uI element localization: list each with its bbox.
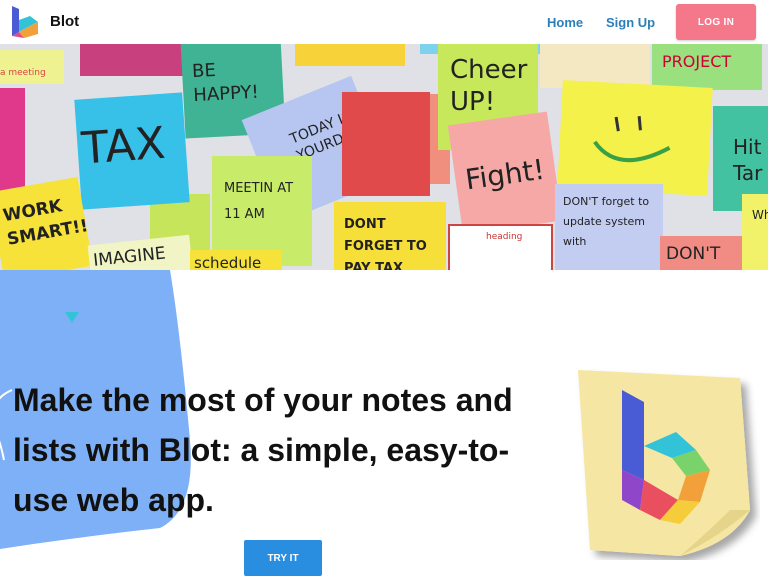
sticky-note-smiley: [557, 80, 713, 196]
sticky-note-heading: heading: [448, 224, 553, 270]
nav-signup-link[interactable]: Sign Up: [606, 15, 655, 30]
sticky-note: [0, 88, 25, 193]
sticky-note: [80, 44, 185, 76]
sticky-note-project: PROJECT: [652, 44, 762, 90]
sticky-note-work-smart: WORK SMART!!: [0, 176, 94, 270]
nav-home-link[interactable]: Home: [547, 15, 583, 30]
blot-logo-icon[interactable]: [10, 4, 40, 40]
sticky-note-schedule: schedule: [190, 250, 282, 270]
sticky-note-dont: DON'T: [660, 236, 744, 270]
sticky-note-tax: TAX: [74, 92, 190, 210]
sticky-note-dont-forget-update: DON'T forget to update system with: [555, 184, 663, 270]
sticky-note-red: [342, 92, 430, 196]
sticky-note-a-meeting: a meeting: [0, 50, 64, 84]
sticky-note-wh: Wh: [742, 194, 768, 270]
triangle-icon: [65, 312, 79, 323]
blot-sticky-note-logo: [578, 370, 750, 556]
top-nav: Blot Home Sign Up LOG IN: [0, 0, 768, 44]
login-button[interactable]: LOG IN: [676, 4, 756, 40]
sticky-note-fight: Fight!: [447, 111, 563, 235]
sticky-note-dont-forget-tax: DONT FORGET TO PAY TAX: [334, 202, 446, 270]
hero-headline: Make the most of your notes and lists wi…: [13, 382, 513, 518]
try-it-button[interactable]: TRY IT: [244, 540, 322, 576]
brand-name[interactable]: Blot: [50, 13, 79, 30]
hero-image: a meeting BE HAPPY! TAX TODAY IS YOURDAY…: [0, 44, 768, 270]
sticky-note: [295, 44, 405, 66]
smiley-face-icon: [593, 116, 671, 163]
sticky-note-imagine: IMAGINE: [87, 234, 195, 270]
